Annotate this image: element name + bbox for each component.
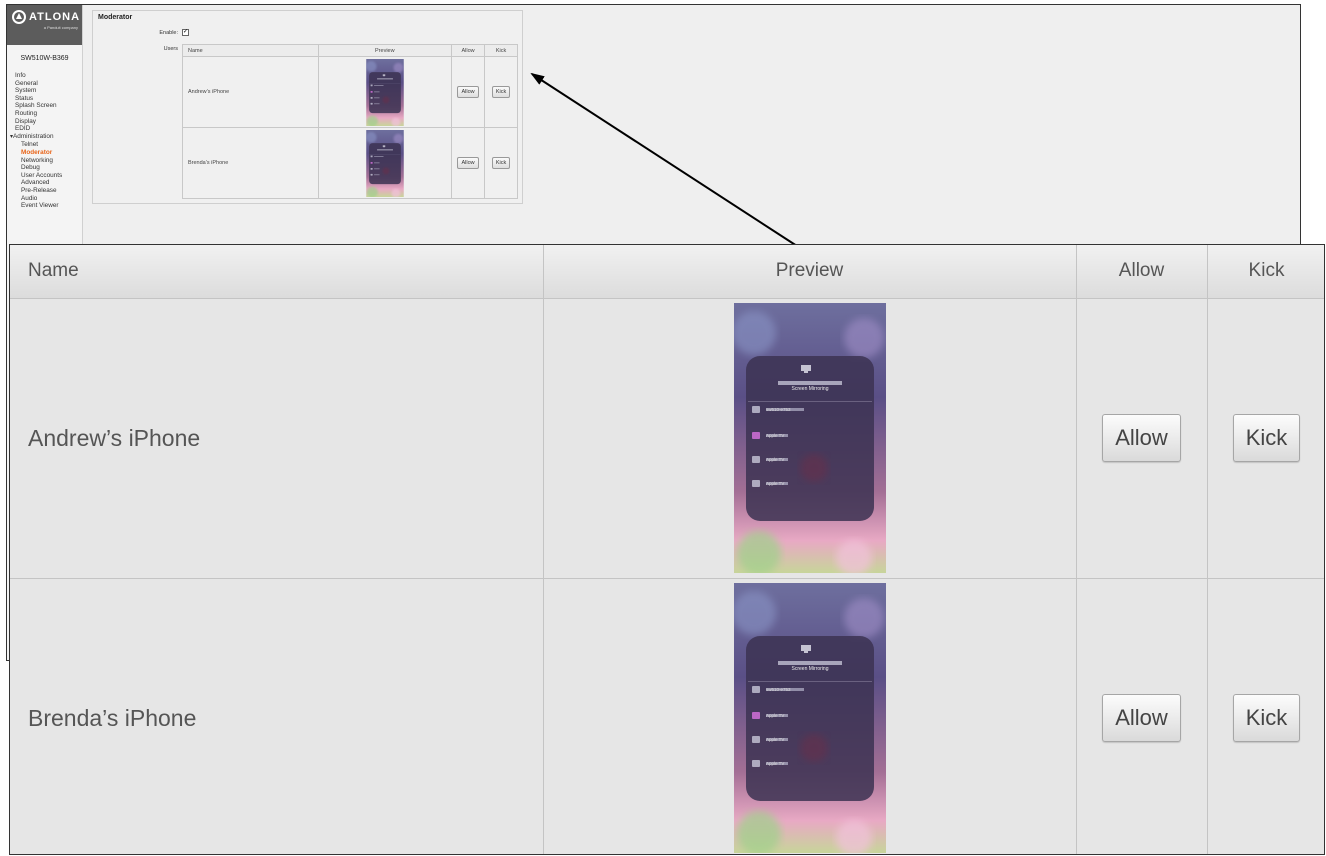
sidebar-item-advanced[interactable]: Advanced <box>7 179 82 187</box>
screen-preview-image: Screen Mirroring sw510-e753 Apple TV App… <box>734 583 886 853</box>
preview-device: sw510-e753 <box>766 687 791 692</box>
sidebar-item-routing[interactable]: Routing <box>7 110 82 118</box>
sidebar-item-administration[interactable]: Administration <box>7 133 82 142</box>
allow-cell: Allow <box>451 56 486 128</box>
preview-device: Apple TV <box>766 481 784 486</box>
sidebar-item-status[interactable]: Status <box>7 95 82 103</box>
allow-button[interactable]: Allow <box>457 157 479 169</box>
preview-cell <box>317 56 453 128</box>
atlona-logo-icon <box>12 10 26 24</box>
table-header-row: Name Preview Allow Kick <box>10 245 1324 299</box>
user-name: Brenda’s iPhone <box>182 127 319 199</box>
kick-cell: Kick <box>1207 298 1324 579</box>
user-name: Andrew’s iPhone <box>182 56 319 128</box>
users-table-small: Name Preview Allow Kick Andrew’s iPhone … <box>182 44 518 199</box>
table-header-row: Name Preview Allow Kick <box>182 44 518 57</box>
sidebar-item-splash-screen[interactable]: Splash Screen <box>7 102 82 110</box>
sidebar-item-moderator[interactable]: Moderator <box>7 149 82 157</box>
sidebar-item-general[interactable]: General <box>7 80 82 88</box>
column-header-name: Name <box>182 44 319 57</box>
screen-preview-thumbnail <box>366 59 404 126</box>
sidebar-item-system[interactable]: System <box>7 87 82 95</box>
enable-label: Enable: <box>159 30 178 36</box>
sidebar-item-debug[interactable]: Debug <box>7 164 82 172</box>
allow-cell: Allow <box>1076 298 1208 579</box>
column-header-preview: Preview <box>317 44 453 57</box>
preview-title: Screen Mirroring <box>791 386 828 392</box>
allow-button[interactable]: Allow <box>1102 414 1181 462</box>
preview-title: Screen Mirroring <box>791 666 828 672</box>
users-label: Users <box>163 46 178 52</box>
table-row: Brenda’s iPhone Allow Kick <box>182 127 518 199</box>
user-name: Andrew’s iPhone <box>10 298 544 579</box>
moderator-panel: Moderator Enable: ✓ Users Name Preview A… <box>92 10 523 204</box>
kick-cell: Kick <box>1207 578 1324 854</box>
check-icon: ✓ <box>183 29 189 35</box>
kick-button[interactable]: Kick <box>1232 414 1301 462</box>
column-header-allow: Allow <box>451 44 486 57</box>
column-header-kick: Kick <box>484 44 518 57</box>
table-row: Brenda’s iPhone Screen Mirroring sw510-e… <box>10 578 1324 854</box>
logo-subtitle: a Panduit company <box>43 25 78 30</box>
sidebar-nav: Info General System Status Splash Screen… <box>7 72 82 210</box>
zoomed-users-table: Name Preview Allow Kick Andrew’s iPhone … <box>9 244 1325 855</box>
kick-cell: Kick <box>484 127 518 199</box>
preview-device: Apple TV <box>766 737 784 742</box>
allow-button[interactable]: Allow <box>457 86 479 98</box>
logo-bar: ATLONA a Panduit company <box>7 5 82 45</box>
sidebar-item-audio[interactable]: Audio <box>7 195 82 203</box>
kick-button[interactable]: Kick <box>1232 694 1301 742</box>
sidebar-item-info[interactable]: Info <box>7 72 82 80</box>
preview-cell: Screen Mirroring sw510-e753 Apple TV App… <box>543 298 1077 579</box>
column-header-allow: Allow <box>1076 245 1208 299</box>
kick-button[interactable]: Kick <box>491 86 511 98</box>
logo-text: ATLONA <box>29 11 81 23</box>
sidebar-item-networking[interactable]: Networking <box>7 157 82 165</box>
preview-device: sw510-e753 <box>766 407 791 412</box>
preview-cell: Screen Mirroring sw510-e753 Apple TV App… <box>543 578 1077 854</box>
device-name: SW510W-B369 <box>20 55 69 62</box>
panel-title: Moderator <box>98 14 133 21</box>
screen-preview-image: Screen Mirroring sw510-e753 Apple TV App… <box>734 303 886 573</box>
column-header-preview: Preview <box>543 245 1077 299</box>
sidebar-item-user-accounts[interactable]: User Accounts <box>7 172 82 180</box>
table-row: Andrew’s iPhone Screen Mirroring sw510-e… <box>10 298 1324 579</box>
screen-preview-thumbnail <box>366 130 404 197</box>
sidebar-item-edid[interactable]: EDID <box>7 125 82 133</box>
sidebar-item-event-viewer[interactable]: Event Viewer <box>7 202 82 210</box>
allow-button[interactable]: Allow <box>1102 694 1181 742</box>
column-header-name: Name <box>10 245 544 299</box>
allow-cell: Allow <box>1076 578 1208 854</box>
enable-checkbox[interactable]: ✓ <box>182 29 189 36</box>
sidebar-item-display[interactable]: Display <box>7 118 82 126</box>
sidebar-item-telnet[interactable]: Telnet <box>7 141 82 149</box>
column-header-kick: Kick <box>1207 245 1324 299</box>
preview-device: Apple TV <box>766 433 784 438</box>
preview-device: Apple TV <box>766 713 784 718</box>
table-row: Andrew’s iPhone Allow Kick <box>182 56 518 128</box>
allow-cell: Allow <box>451 127 486 199</box>
users-table: Name Preview Allow Kick Andrew’s iPhone … <box>10 245 1324 854</box>
preview-cell <box>317 127 453 199</box>
preview-device: Apple TV <box>766 761 784 766</box>
kick-cell: Kick <box>484 56 518 128</box>
sidebar-item-pre-release[interactable]: Pre-Release <box>7 187 82 195</box>
preview-device: Apple TV <box>766 457 784 462</box>
user-name: Brenda’s iPhone <box>10 578 544 854</box>
kick-button[interactable]: Kick <box>491 157 511 169</box>
